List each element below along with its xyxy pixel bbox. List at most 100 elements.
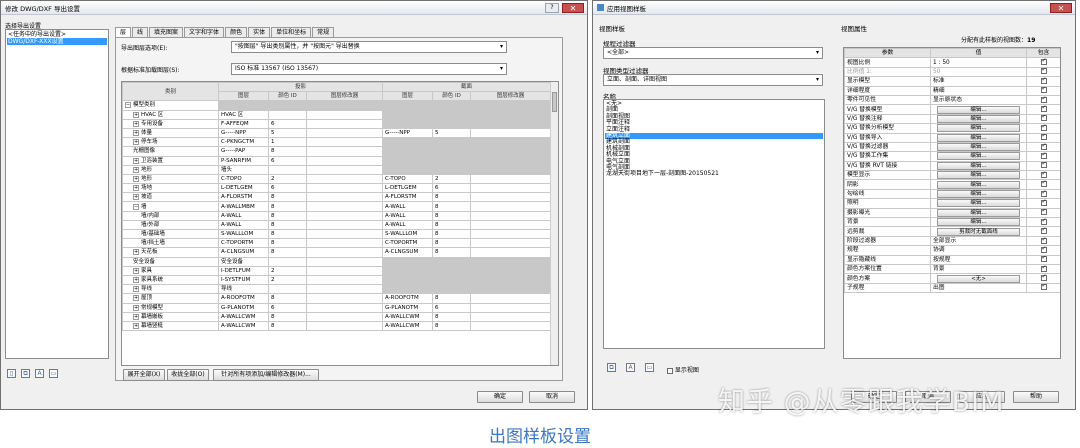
cut-layer-cell[interactable]: [382, 284, 434, 295]
cut-color-cell[interactable]: [432, 137, 472, 148]
cut-modifier-cell[interactable]: [470, 192, 552, 203]
table-row[interactable]: 墙/内部 A-WALL 8 A-WALL 8: [122, 210, 552, 221]
edit-button[interactable]: 编辑...: [937, 143, 1020, 151]
projection-modifier-cell[interactable]: [305, 256, 384, 267]
cut-layer-cell[interactable]: [382, 146, 434, 157]
scrollbar-thumb[interactable]: [552, 92, 557, 112]
cut-modifier-cell[interactable]: [470, 219, 552, 231]
cut-modifier-cell[interactable]: [470, 173, 552, 185]
cut-modifier-cell[interactable]: [470, 137, 552, 148]
edit-button[interactable]: 编辑...: [937, 171, 1020, 179]
expand-icon[interactable]: +: [133, 175, 139, 182]
projection-layer-cell[interactable]: A-WALL: [218, 219, 269, 231]
property-value-cell[interactable]: 背景: [930, 263, 1027, 275]
projection-modifier-cell[interactable]: [305, 201, 384, 212]
cut-color-cell[interactable]: 8: [432, 210, 472, 221]
include-checkbox[interactable]: [1040, 106, 1047, 113]
tab-5[interactable]: 实体: [248, 27, 271, 37]
include-checkbox[interactable]: [1040, 96, 1047, 103]
cut-modifier-cell[interactable]: [470, 274, 552, 286]
expand-icon[interactable]: +: [133, 166, 139, 173]
projection-color-cell[interactable]: 8: [268, 210, 307, 221]
table-row[interactable]: 光栅图像 G-----PAP 8: [122, 146, 552, 157]
close-button[interactable]: ✕: [1050, 3, 1072, 13]
include-checkbox[interactable]: [1040, 162, 1047, 169]
tab-7[interactable]: 常规: [312, 27, 335, 37]
cut-color-cell[interactable]: [432, 164, 472, 175]
property-value-cell[interactable]: 全部显示: [930, 235, 1027, 247]
table-row[interactable]: + 地形 C-TOPO 2 C-TOPO 2: [122, 173, 552, 185]
settings-list-item[interactable]: DWG/DXF-XXX设置: [7, 38, 107, 45]
cut-layer-cell[interactable]: [382, 256, 434, 267]
cut-color-cell[interactable]: 8: [432, 201, 472, 212]
property-value-cell[interactable]: 协调: [930, 245, 1027, 256]
property-value-cell[interactable]: 1 : 50: [930, 57, 1027, 68]
include-checkbox[interactable]: [1040, 209, 1047, 216]
settings-list-item[interactable]: <任务中的导出设置>: [7, 31, 107, 38]
delete-setting-icon[interactable]: ▭: [49, 369, 58, 378]
collapse-icon[interactable]: −: [125, 102, 131, 109]
expand-icon[interactable]: +: [133, 313, 139, 320]
cut-layer-cell[interactable]: A-WALL: [382, 210, 434, 221]
property-value-cell[interactable]: 编辑...: [930, 123, 1027, 134]
table-row[interactable]: 墙/外部 A-WALL 8 A-WALL 8: [122, 219, 552, 231]
projection-layer-cell[interactable]: I-SYSTFUM: [218, 274, 269, 286]
cut-layer-cell[interactable]: C-TOPO: [382, 173, 434, 185]
projection-color-cell[interactable]: 8: [268, 320, 307, 332]
projection-color-cell[interactable]: 6: [268, 155, 307, 166]
include-checkbox[interactable]: [1040, 87, 1047, 94]
cut-color-cell[interactable]: [432, 284, 472, 295]
cut-layer-cell[interactable]: [382, 118, 434, 129]
include-checkbox[interactable]: [1040, 78, 1047, 84]
cut-layer-cell[interactable]: A-FLORSTM: [382, 192, 434, 203]
projection-modifier-cell[interactable]: [305, 293, 384, 304]
projection-color-cell[interactable]: 8: [268, 219, 307, 231]
projection-layer-cell[interactable]: A-WALLMBM: [218, 201, 269, 212]
projection-color-cell[interactable]: 8: [268, 238, 307, 249]
projection-modifier-cell[interactable]: [305, 146, 384, 157]
include-checkbox[interactable]: [1040, 68, 1047, 75]
cut-color-cell[interactable]: [432, 265, 472, 276]
table-row[interactable]: + 卫浴装置 P-SANRFIM 6: [122, 155, 552, 166]
projection-layer-cell[interactable]: A-WALLCWM: [218, 311, 269, 322]
property-value-cell[interactable]: 编辑...: [930, 179, 1027, 190]
projection-layer-cell[interactable]: HVAC 区: [218, 109, 269, 120]
projection-modifier-cell[interactable]: [305, 137, 384, 148]
cut-layer-cell[interactable]: A-WALL: [382, 201, 434, 212]
template-names-list[interactable]: <无> 剖面 剖面视图 平面注释 立面注释 建筑立面 建筑剖面 机械剖面 机械立面 电气立面 电气剖…: [603, 99, 825, 349]
delete-icon[interactable]: ▭: [645, 363, 654, 372]
property-value-cell[interactable]: 编辑...: [930, 113, 1027, 125]
expand-icon[interactable]: +: [133, 277, 139, 284]
projection-modifier-cell[interactable]: [305, 109, 384, 120]
cut-color-cell[interactable]: 8: [432, 293, 472, 304]
projection-layer-cell[interactable]: F-AFFEQM: [218, 118, 269, 129]
property-value-cell[interactable]: 编辑...: [930, 160, 1027, 172]
projection-layer-cell[interactable]: I-DETLFUM: [218, 265, 269, 276]
include-checkbox[interactable]: [1040, 219, 1047, 225]
projection-layer-cell[interactable]: A-FLORSTM: [218, 192, 269, 203]
property-value-cell[interactable]: 编辑...: [930, 104, 1027, 115]
collapse-all-button[interactable]: 收拢全部(O): [167, 369, 209, 381]
property-value-cell[interactable]: 标准: [930, 76, 1027, 87]
cut-color-cell[interactable]: 8: [432, 238, 472, 249]
projection-color-cell[interactable]: 2: [268, 265, 307, 276]
cut-modifier-cell[interactable]: [470, 118, 552, 129]
include-checkbox[interactable]: [1040, 200, 1047, 206]
expand-icon[interactable]: +: [133, 267, 139, 274]
projection-layer-cell[interactable]: L-DETLGEM: [218, 183, 269, 194]
cut-color-cell[interactable]: 6: [432, 302, 472, 313]
cut-color-cell[interactable]: [432, 118, 472, 129]
edit-button[interactable]: 编辑...: [937, 124, 1020, 132]
property-value-cell[interactable]: 按规程: [930, 254, 1027, 266]
projection-modifier-cell[interactable]: [305, 311, 384, 322]
expand-icon[interactable]: +: [133, 194, 139, 201]
expand-icon[interactable]: +: [133, 304, 139, 311]
cut-color-cell[interactable]: 8: [432, 219, 472, 231]
tab-2[interactable]: 填充图案: [149, 27, 184, 37]
projection-layer-cell[interactable]: 安全设备: [218, 256, 269, 267]
expand-icon[interactable]: +: [133, 139, 139, 146]
cut-color-cell[interactable]: 8: [432, 228, 472, 240]
add-modifiers-button[interactable]: 针对所有项添加/编辑修改器(M)...: [213, 369, 319, 381]
property-value-cell[interactable]: 50: [930, 66, 1027, 78]
projection-modifier-cell[interactable]: [305, 265, 384, 276]
